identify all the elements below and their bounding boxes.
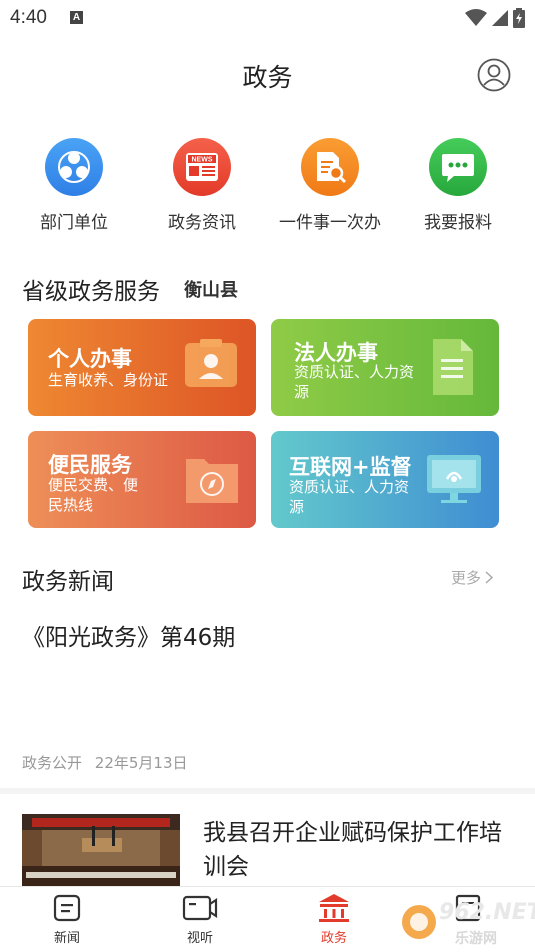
- news-thumbnail[interactable]: [22, 814, 180, 886]
- quick-link-news[interactable]: NEWS 政务资讯: [142, 138, 262, 233]
- watermark-site: 乐游网: [455, 931, 497, 947]
- id-card-icon: [185, 339, 237, 387]
- page-title: 政务: [242, 63, 293, 92]
- tab-news[interactable]: 新闻: [32, 893, 102, 946]
- service-card-personal[interactable]: 个人办事 生育收养、身份证: [28, 319, 256, 416]
- monitor-icon: [427, 455, 481, 503]
- news-item-title[interactable]: 我县召开企业赋码保护工作培训会: [203, 816, 523, 884]
- user-circle-icon: [477, 58, 511, 92]
- wifi-icon: [465, 9, 487, 26]
- government-tab-icon: [319, 894, 349, 922]
- card-desc: 生育收养、身份证: [48, 371, 169, 389]
- card-desc: 资质认证、人力资源: [289, 478, 410, 516]
- quick-link-label: 一件事一次办: [279, 213, 381, 233]
- document-search-icon: [301, 138, 359, 196]
- featured-article-meta: 政务公开 22年5月13日: [22, 752, 188, 773]
- tab-label: 新闻: [53, 931, 80, 946]
- quick-link-report[interactable]: 我要报料: [398, 138, 518, 233]
- quick-links: 部门单位 NEWS 政务资讯 一件事一次办 我要报料: [0, 138, 535, 238]
- tab-label: 政务: [320, 931, 347, 946]
- chevron-right-icon: [485, 571, 493, 584]
- news-icon: NEWS: [173, 138, 231, 196]
- region-label[interactable]: 衡山县: [184, 276, 238, 302]
- user-button[interactable]: [477, 58, 511, 92]
- watermark-logo-icon: [402, 905, 436, 939]
- quick-link-label: 部门单位: [40, 213, 108, 233]
- tab-label: 视听: [186, 931, 213, 946]
- news-section-title: 政务新闻: [22, 569, 114, 595]
- services-section-title: 省级政务服务: [22, 279, 160, 305]
- featured-article-title[interactable]: 《阳光政务》第46期: [22, 618, 235, 652]
- status-bar: 4:40 A: [0, 0, 535, 36]
- article-date: 22年5月13日: [94, 754, 188, 772]
- article-source: 政务公开: [22, 754, 83, 772]
- watermark: 962.NET 乐游网: [395, 896, 535, 952]
- header: 政务: [0, 46, 535, 104]
- video-tab-icon: [182, 895, 218, 921]
- service-card-convenience[interactable]: 便民服务 便民交费、便民热线: [28, 431, 256, 528]
- notification-icon: A: [70, 11, 83, 24]
- quick-link-label: 我要报料: [424, 213, 492, 233]
- status-icons: [465, 7, 525, 29]
- chat-icon: [429, 138, 487, 196]
- status-time: 4:40: [10, 7, 47, 28]
- signal-icon: [492, 10, 508, 26]
- document-icon: [433, 339, 473, 395]
- card-desc: 资质认证、人力资源: [294, 363, 415, 401]
- card-title: 个人办事: [48, 347, 132, 371]
- folder-compass-icon: [186, 459, 238, 503]
- divider: [0, 788, 535, 794]
- quick-link-one-stop[interactable]: 一件事一次办: [270, 138, 390, 233]
- svg-text:NEWS: NEWS: [192, 157, 213, 164]
- battery-icon: [513, 8, 525, 28]
- departments-icon: [45, 138, 103, 196]
- quick-link-label: 政务资讯: [168, 213, 236, 233]
- service-card-supervision[interactable]: 互联网+监督 资质认证、人力资源: [271, 431, 499, 528]
- tab-government[interactable]: 政务: [299, 893, 369, 946]
- service-card-legal[interactable]: 法人办事 资质认证、人力资源: [271, 319, 499, 416]
- card-desc: 便民交费、便民热线: [48, 476, 139, 514]
- watermark-brand: 962.NET: [439, 900, 535, 925]
- news-tab-icon: [53, 894, 81, 922]
- more-link[interactable]: 更多: [451, 567, 493, 588]
- more-label: 更多: [450, 569, 481, 587]
- tab-video[interactable]: 视听: [165, 893, 235, 946]
- quick-link-departments[interactable]: 部门单位: [14, 138, 134, 233]
